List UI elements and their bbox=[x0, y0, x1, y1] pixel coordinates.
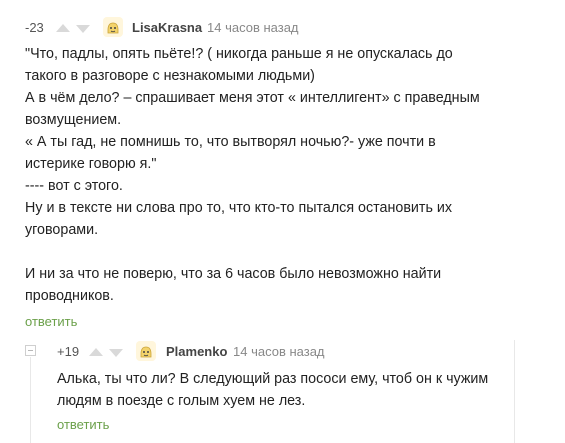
comment-text-line: уговорами. bbox=[25, 222, 99, 238]
comment-text: "Что, падлы, опять пьёте!? ( никогда ран… bbox=[25, 43, 480, 307]
comment-text-line: И ни за что не поверю, что за 6 часов бы… bbox=[25, 266, 442, 282]
comment-text-line: Ну и в тексте ни слова про то, что кто-т… bbox=[25, 200, 453, 216]
comment-text-line bbox=[25, 241, 480, 263]
comment-author[interactable]: Plamenko bbox=[166, 344, 227, 359]
comment-text-line: такого в разговоре с незнакомыми людьми) bbox=[25, 68, 315, 84]
avatar[interactable] bbox=[103, 17, 123, 37]
comment-text-line: людям в поезде с голым хуем не лез. bbox=[57, 393, 306, 409]
comment-rating: +19 bbox=[57, 344, 80, 359]
comment-text-line: Алька, ты что ли? В следующий раз пососи… bbox=[57, 371, 489, 387]
comment-text-line: А в чём дело? – спрашивает меня этот « и… bbox=[25, 90, 480, 106]
downvote-arrow-icon[interactable] bbox=[109, 349, 123, 357]
avatar[interactable] bbox=[136, 341, 156, 361]
comment-time[interactable]: 14 часов назад bbox=[233, 344, 325, 359]
comment-time[interactable]: 14 часов назад bbox=[207, 20, 299, 35]
comment-text-line: проводников. bbox=[25, 288, 114, 304]
upvote-arrow-icon[interactable] bbox=[89, 348, 103, 356]
thread-line[interactable] bbox=[30, 357, 31, 443]
reply-link[interactable]: ответить bbox=[57, 417, 109, 432]
upvote-arrow-icon[interactable] bbox=[56, 24, 70, 32]
comment-author[interactable]: LisaKrasna bbox=[132, 20, 202, 35]
comment-text-line: "Что, падлы, опять пьёте!? ( никогда ран… bbox=[25, 46, 453, 62]
comment-rating: -23 bbox=[25, 20, 44, 35]
comment-text-line: ---- вот с этого. bbox=[25, 178, 123, 194]
downvote-arrow-icon[interactable] bbox=[76, 25, 90, 33]
collapse-thread-icon[interactable] bbox=[25, 345, 36, 356]
comment-text-line: истерике говорю я." bbox=[25, 156, 157, 172]
comment-text: Алька, ты что ли? В следующий раз пососи… bbox=[57, 368, 488, 412]
reply-link[interactable]: ответить bbox=[25, 314, 77, 329]
comment-text-line: возмущением. bbox=[25, 112, 122, 128]
comment-text-line: « А ты гад, не помнишь то, что вытворял … bbox=[25, 134, 436, 150]
thread-line bbox=[514, 340, 515, 443]
